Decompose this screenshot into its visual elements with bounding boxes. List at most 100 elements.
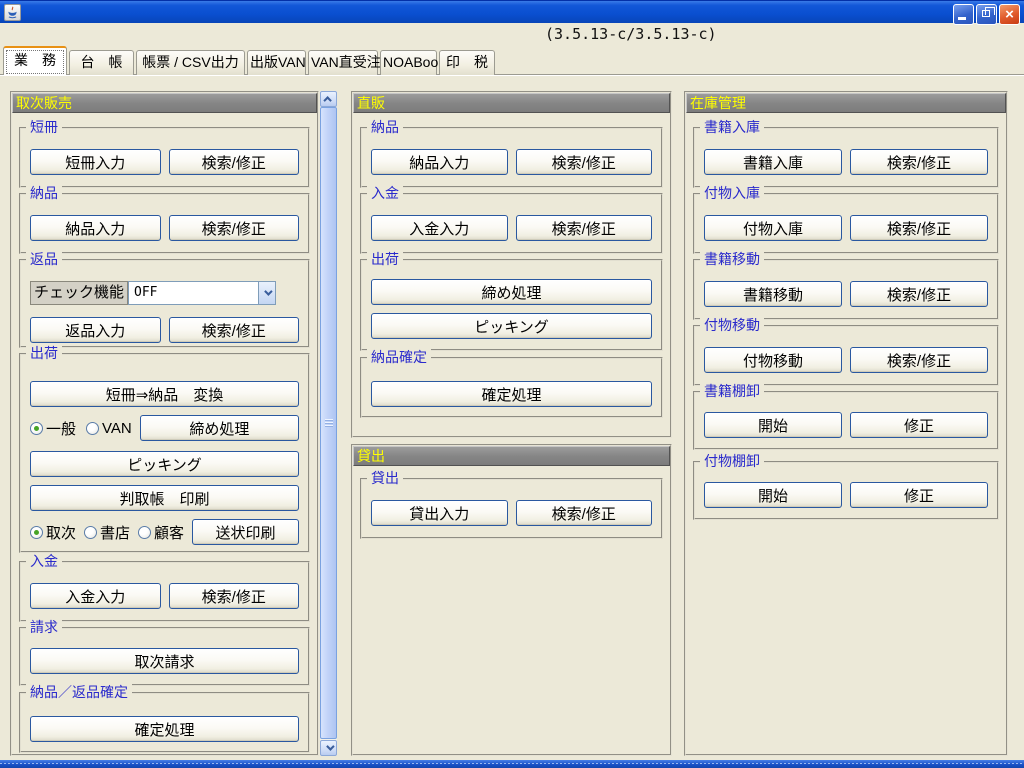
group-title-seikyu: 請求 <box>26 619 62 636</box>
check-function-label: チェック機能 <box>30 281 128 305</box>
group-tsukemono-tanaoroshi: 付物棚卸 開始 修正 <box>693 461 999 520</box>
toritsugi-seikyu-button[interactable]: 取次請求 <box>30 648 299 674</box>
chokuhan-shime-shori-button[interactable]: 締め処理 <box>371 279 652 305</box>
soujou-print-button[interactable]: 送状印刷 <box>192 519 299 545</box>
chokuhan-kakutei-shori-button[interactable]: 確定処理 <box>371 381 652 407</box>
panel-header-chokuhan: 直販 <box>353 93 670 113</box>
panel-header-toritsugi: 取次販売 <box>12 93 317 113</box>
tab-van-chokujuchu[interactable]: VAN直受注 <box>308 50 378 75</box>
titlebar: × <box>0 0 1024 23</box>
check-function-select[interactable]: OFF <box>128 281 276 305</box>
group-kakutei: 納品／返品確定 確定処理 <box>19 692 310 753</box>
picking-button[interactable]: ピッキング <box>30 451 299 477</box>
group-shoseki-ido: 書籍移動 書籍移動 検索/修正 <box>693 259 999 320</box>
tsukemono-nyuko-search-button[interactable]: 検索/修正 <box>850 215 988 241</box>
shukka-type-radio-group: 一般 VAN <box>30 418 132 439</box>
nyukin-search-button[interactable]: 検索/修正 <box>169 583 300 609</box>
scrollbar-thumb[interactable] <box>320 107 337 739</box>
check-function-value: OFF <box>129 282 258 304</box>
restore-button[interactable] <box>976 4 997 25</box>
scrollbar-grip-icon <box>325 419 333 427</box>
group-shoseki-tanaoroshi: 書籍棚卸 開始 修正 <box>693 391 999 450</box>
group-title-chokuhan-nyukin: 入金 <box>367 185 403 202</box>
shoseki-nyuko-search-button[interactable]: 検索/修正 <box>850 149 988 175</box>
chokuhan-nyukin-input-button[interactable]: 入金入力 <box>371 215 508 241</box>
close-button[interactable]: × <box>999 4 1020 25</box>
tsukemono-tanaoroshi-start-button[interactable]: 開始 <box>704 482 842 508</box>
chokuhan-nyukin-search-button[interactable]: 検索/修正 <box>516 215 653 241</box>
group-title-chokuhan-shukka: 出荷 <box>367 251 403 268</box>
nyukin-input-button[interactable]: 入金入力 <box>30 583 161 609</box>
tab-shuppan-van[interactable]: 出版VAN <box>247 50 306 75</box>
chokuhan-nouhin-search-button[interactable]: 検索/修正 <box>516 149 653 175</box>
tanzaku-to-nouhin-convert-button[interactable]: 短冊⇒納品 変換 <box>30 381 299 407</box>
scroll-down-button[interactable] <box>320 740 337 756</box>
panel-header-zaiko: 在庫管理 <box>686 93 1006 113</box>
group-title-tsukemono-nyuko: 付物入庫 <box>700 185 764 202</box>
java-app-icon <box>4 4 21 21</box>
tab-noabook[interactable]: NOABook <box>380 50 437 75</box>
group-title-nouhin: 納品 <box>26 185 62 202</box>
radio-van[interactable]: VAN <box>86 420 132 437</box>
radio-van-icon <box>86 422 99 435</box>
group-henpin: 返品 チェック機能 OFF 返品入力 検索/修正 <box>19 259 310 348</box>
version-text: (3.5.13-c/3.5.13-c) <box>545 25 717 43</box>
radio-toritsugi[interactable]: 取次 <box>30 522 76 543</box>
combo-dropdown-button[interactable] <box>258 282 275 304</box>
shoseki-tanaoroshi-fix-button[interactable]: 修正 <box>850 412 988 438</box>
chokuhan-nouhin-input-button[interactable]: 納品入力 <box>371 149 508 175</box>
tsukemono-ido-input-button[interactable]: 付物移動 <box>704 347 842 373</box>
radio-ippan-icon <box>30 422 43 435</box>
shoseki-tanaoroshi-start-button[interactable]: 開始 <box>704 412 842 438</box>
window-controls: × <box>953 4 1020 25</box>
radio-kokyaku[interactable]: 顧客 <box>138 522 184 543</box>
restore-icon <box>982 10 990 17</box>
hantoricho-print-button[interactable]: 判取帳 印刷 <box>30 485 299 511</box>
group-shukka: 出荷 短冊⇒納品 変換 一般 VAN 締め処理 ピッキング <box>19 353 310 553</box>
henpin-input-button[interactable]: 返品入力 <box>30 317 161 343</box>
tab-gyomu[interactable]: 業 務 <box>3 46 67 75</box>
tab-choyho-csv[interactable]: 帳票 / CSV出力 <box>136 50 245 75</box>
radio-shoten[interactable]: 書店 <box>84 522 130 543</box>
soujou-target-radio-group: 取次 書店 顧客 <box>30 522 184 543</box>
group-title-kashidashi: 貸出 <box>367 470 403 487</box>
shoseki-nyuko-input-button[interactable]: 書籍入庫 <box>704 149 842 175</box>
nouhin-input-button[interactable]: 納品入力 <box>30 215 161 241</box>
tsukemono-nyuko-input-button[interactable]: 付物入庫 <box>704 215 842 241</box>
tab-inzei[interactable]: 印 税 <box>439 50 495 75</box>
group-chokuhan-nouhin: 納品 納品入力 検索/修正 <box>360 127 663 188</box>
tsukemono-tanaoroshi-fix-button[interactable]: 修正 <box>850 482 988 508</box>
close-icon: × <box>1005 6 1014 23</box>
scroll-up-button[interactable] <box>320 91 337 107</box>
minimize-icon <box>958 17 966 20</box>
group-tanzaku: 短冊 短冊入力 検索/修正 <box>19 127 310 188</box>
group-nyukin: 入金 入金入力 検索/修正 <box>19 561 310 622</box>
left-panel-scrollbar[interactable] <box>320 91 337 756</box>
henpin-search-button[interactable]: 検索/修正 <box>169 317 300 343</box>
kashidashi-input-button[interactable]: 貸出入力 <box>371 500 508 526</box>
shime-shori-button[interactable]: 締め処理 <box>140 415 299 441</box>
kashidashi-search-button[interactable]: 検索/修正 <box>516 500 653 526</box>
group-title-tanzaku: 短冊 <box>26 119 62 136</box>
group-chokuhan-nyukin: 入金 入金入力 検索/修正 <box>360 193 663 254</box>
group-tsukemono-nyuko: 付物入庫 付物入庫 検索/修正 <box>693 193 999 254</box>
nouhin-search-button[interactable]: 検索/修正 <box>169 215 300 241</box>
shoseki-ido-search-button[interactable]: 検索/修正 <box>850 281 988 307</box>
window-bottom-border <box>0 760 1024 768</box>
radio-ippan[interactable]: 一般 <box>30 418 76 439</box>
minimize-button[interactable] <box>953 4 974 25</box>
group-title-kakutei: 納品／返品確定 <box>26 684 132 701</box>
java-cup-icon <box>6 6 19 19</box>
tanzaku-search-button[interactable]: 検索/修正 <box>169 149 300 175</box>
radio-toritsugi-icon <box>30 526 43 539</box>
panel-toritsugi-hanbai: 取次販売 短冊 短冊入力 検索/修正 納品 納品入力 検索/修正 返品 チェック… <box>10 91 319 756</box>
kakutei-shori-button[interactable]: 確定処理 <box>30 716 299 742</box>
group-title-tsukemono-tanaoroshi: 付物棚卸 <box>700 453 764 470</box>
tanzaku-input-button[interactable]: 短冊入力 <box>30 149 161 175</box>
shoseki-ido-input-button[interactable]: 書籍移動 <box>704 281 842 307</box>
chevron-down-icon <box>264 287 272 295</box>
tsukemono-ido-search-button[interactable]: 検索/修正 <box>850 347 988 373</box>
tab-daicho[interactable]: 台 帳 <box>69 50 134 75</box>
panel-header-kashidashi: 貸出 <box>353 446 670 466</box>
chokuhan-picking-button[interactable]: ピッキング <box>371 313 652 339</box>
